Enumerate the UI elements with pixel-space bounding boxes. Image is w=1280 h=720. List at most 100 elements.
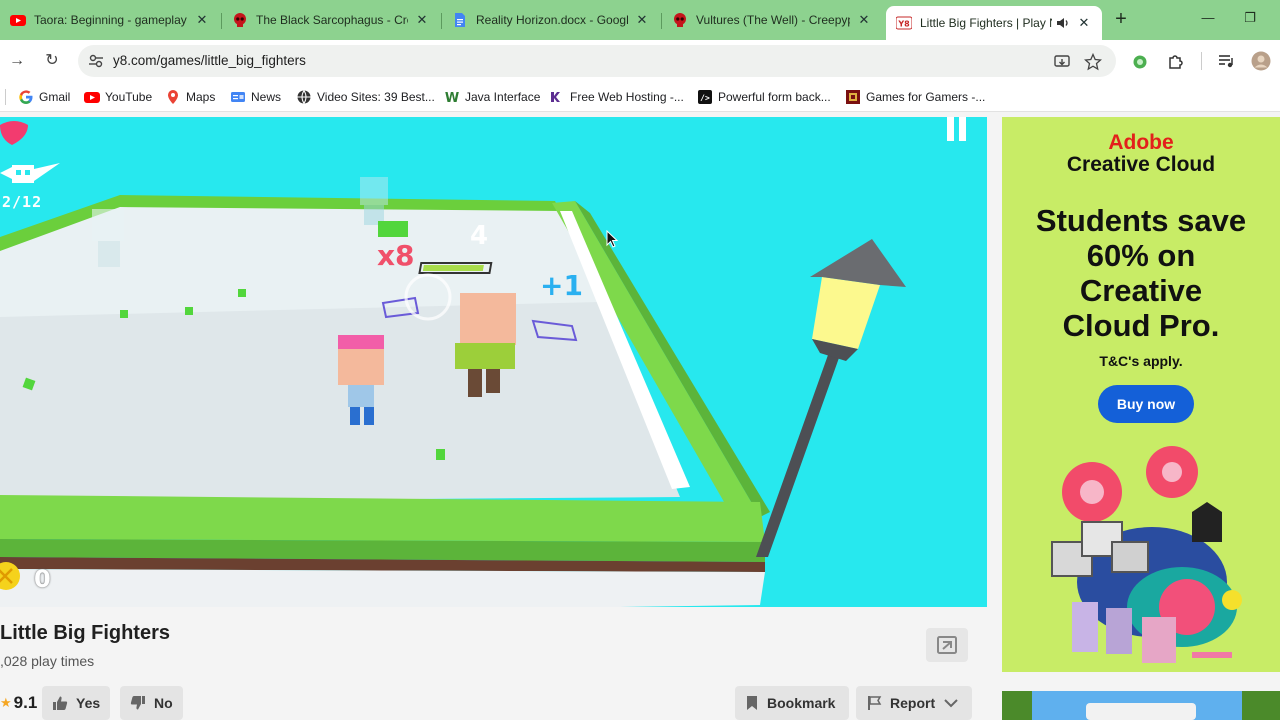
bonus-popup: +1	[540, 269, 583, 302]
ad-headline-line: Creative	[1079, 273, 1203, 308]
bookmark-powerful-form[interactable]: /> Powerful form back...	[697, 88, 831, 106]
thumbs-down-icon	[130, 696, 145, 710]
ad-headline-line: Students save	[1035, 203, 1247, 238]
ad-headline-line: 60% on	[1086, 238, 1196, 273]
news-icon	[231, 92, 245, 102]
tab-little-big-fighters[interactable]: Y8 Little Big Fighters | Play N ✕	[886, 6, 1102, 40]
star-icon: ★	[0, 695, 12, 710]
restore-icon[interactable]: ❐	[1240, 10, 1260, 30]
w-icon: W	[445, 91, 459, 105]
close-icon[interactable]: ✕	[194, 12, 210, 28]
google-icon	[19, 90, 33, 104]
fullscreen-button[interactable]	[926, 628, 968, 662]
tab-vultures[interactable]: Vultures (The Well) - Creepyp ✕	[662, 6, 882, 34]
profile-avatar-icon[interactable]	[1251, 51, 1271, 71]
bookmark-icon	[747, 696, 757, 710]
youtube-icon	[10, 15, 26, 26]
ad-headline-line: Cloud Pro.	[1062, 308, 1220, 343]
advertisement-banner-2[interactable]	[1002, 691, 1280, 720]
google-docs-icon	[455, 13, 465, 27]
hit-meter-fill	[422, 265, 484, 271]
bookmark-button[interactable]: Bookmark	[735, 686, 849, 720]
extension-green-icon[interactable]	[1130, 51, 1150, 71]
bookmark-gmail[interactable]: Gmail	[18, 88, 70, 106]
bookmark-video-sites[interactable]: Video Sites: 39 Best...	[296, 88, 435, 106]
report-button[interactable]: Report	[856, 686, 972, 720]
tab-title: Reality Horizon.docx - Google	[476, 13, 628, 27]
tab-black-sarcophagus[interactable]: The Black Sarcophagus - Cree ✕	[222, 6, 440, 34]
toolbar-divider	[1201, 52, 1202, 70]
bookmark-label: Gmail	[39, 90, 71, 104]
arena-base	[0, 569, 765, 607]
tab-title: Little Big Fighters | Play N	[920, 16, 1052, 30]
lamppost-lantern	[812, 277, 880, 349]
browser-window: Taora: Beginning - gameplay ( ✕ The Blac…	[0, 0, 1280, 720]
bookmarks-bar: Gmail YouTube Maps News Video Sites: 39 …	[0, 82, 1280, 112]
puzzle-extensions-icon[interactable]	[1166, 51, 1186, 71]
ad-brand-line1: Adobe	[1108, 131, 1174, 154]
report-button-label: Report	[890, 695, 936, 711]
game-title: Little Big Fighters	[0, 622, 170, 644]
form-icon: />	[698, 90, 712, 104]
game-canvas[interactable]: 2/12 0 x8 4 +1	[0, 117, 987, 607]
creepypasta-skull-icon	[674, 13, 686, 27]
gem	[185, 307, 193, 315]
pause-icon[interactable]	[947, 117, 966, 141]
advertisement-panel[interactable]: Adobe Creative Cloud Students save 60% o…	[1002, 117, 1280, 672]
gem	[238, 289, 246, 297]
dislike-label: No	[154, 695, 173, 711]
ad-headline: Students save 60% on Creative Cloud Pro.	[1002, 203, 1280, 343]
game-scene	[0, 117, 966, 607]
bookmark-label: Maps	[186, 90, 216, 104]
thumbs-up-icon	[53, 696, 68, 710]
bookmark-java-interface[interactable]: W Java Interface	[444, 88, 541, 106]
speaker-icon[interactable]	[1056, 16, 1070, 30]
mouse-cursor-icon	[606, 230, 618, 248]
bookmark-news[interactable]: News	[230, 88, 281, 106]
svg-text:W: W	[445, 91, 459, 105]
heart-icon	[0, 121, 28, 145]
bookmark-button-label: Bookmark	[767, 695, 836, 711]
browser-toolbar: → ↻ y8.com/games/little_big_fighters	[0, 40, 1280, 82]
bookmark-games-for-gamers[interactable]: Games for Gamers -...	[845, 88, 985, 106]
bookmark-maps[interactable]: Maps	[165, 88, 215, 106]
site-settings-icon[interactable]	[86, 51, 106, 71]
close-icon[interactable]: ✕	[1076, 15, 1092, 31]
combo-multiplier: x8	[377, 239, 415, 272]
close-icon[interactable]: ✕	[414, 12, 430, 28]
close-icon[interactable]: ✕	[634, 12, 650, 28]
like-button[interactable]: Yes	[42, 686, 111, 720]
svg-text:Y8: Y8	[897, 20, 910, 29]
bookmark-youtube[interactable]: YouTube	[84, 88, 152, 106]
new-tab-button[interactable]: +	[1110, 9, 1132, 31]
score-counter: 0	[34, 565, 51, 593]
star-icon[interactable]	[1084, 53, 1102, 71]
minimize-icon[interactable]: —	[1198, 10, 1218, 30]
lamppost-pole	[756, 355, 840, 557]
url-text[interactable]: y8.com/games/little_big_fighters	[113, 53, 306, 68]
tab-reality-horizon[interactable]: Reality Horizon.docx - Google ✕	[442, 6, 660, 34]
reload-icon[interactable]: ↻	[40, 49, 64, 73]
tab-title: The Black Sarcophagus - Cree	[256, 13, 408, 27]
bookmark-free-web-hosting[interactable]: Free Web Hosting -...	[549, 88, 684, 106]
bookmark-label: Video Sites: 39 Best...	[317, 90, 435, 104]
creepypasta-skull-icon	[234, 13, 246, 27]
enemy-ghost	[360, 177, 388, 225]
forward-arrow-icon[interactable]: →	[5, 49, 29, 73]
bookmark-label: Free Web Hosting -...	[570, 90, 684, 104]
dislike-button[interactable]: No	[120, 686, 183, 720]
bookmark-label: YouTube	[105, 90, 153, 104]
front-hedge	[0, 495, 765, 542]
svg-text:/>: />	[700, 94, 710, 103]
gem	[436, 449, 445, 460]
address-bar[interactable]: y8.com/games/little_big_fighters	[78, 45, 1116, 77]
install-app-icon[interactable]	[1053, 53, 1071, 71]
gem-chest	[378, 221, 408, 237]
bookmark-label: Java Interface	[465, 90, 541, 104]
close-icon[interactable]: ✕	[856, 12, 872, 28]
ad-buy-now-button[interactable]: Buy now	[1098, 385, 1194, 423]
tab-taora[interactable]: Taora: Beginning - gameplay ( ✕	[0, 6, 220, 34]
game-rating: ★ 9.1	[0, 693, 37, 713]
fullscreen-icon	[937, 636, 957, 654]
media-controls-icon[interactable]	[1216, 51, 1236, 71]
